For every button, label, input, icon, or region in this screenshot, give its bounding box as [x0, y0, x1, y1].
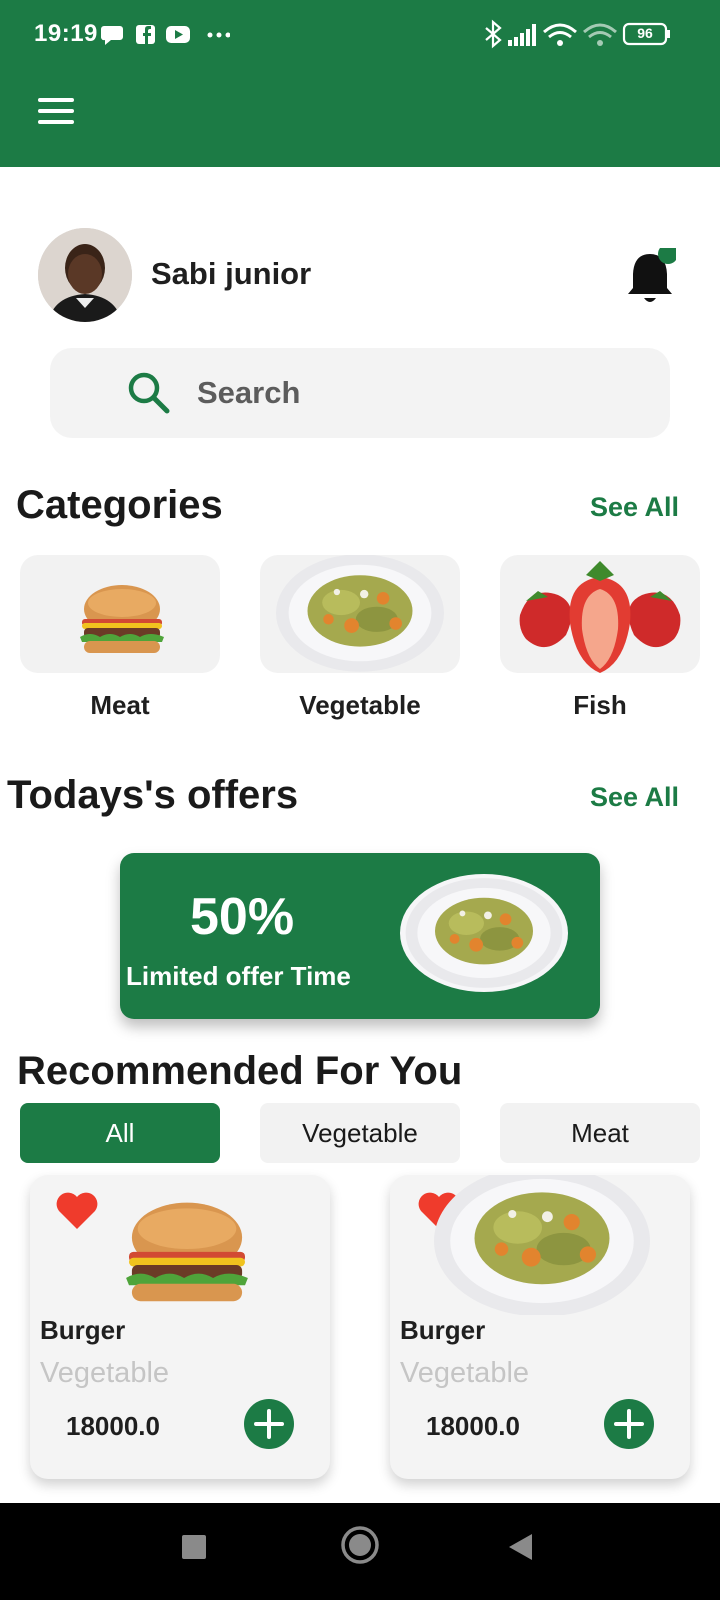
wifi-icon: [543, 23, 577, 46]
plus-icon: [254, 1409, 284, 1439]
strawberries-image: [519, 561, 681, 673]
hamburger-menu-icon[interactable]: [38, 98, 74, 124]
category-label-vegetable: Vegetable: [299, 690, 421, 720]
home-circle-icon[interactable]: [340, 1525, 380, 1565]
product-card[interactable]: Burger Vegetable 18000.0: [30, 1175, 330, 1479]
status-app-icons: [100, 25, 230, 45]
heart-icon[interactable]: [54, 1189, 100, 1231]
category-card-vegetable[interactable]: [260, 555, 460, 673]
plus-icon: [614, 1409, 644, 1439]
facebook-icon: [136, 25, 155, 44]
search-icon: [128, 372, 170, 414]
system-nav-bar: [0, 1503, 720, 1600]
categories-title: Categories: [16, 483, 223, 527]
recents-square-icon[interactable]: [180, 1533, 208, 1561]
burger-image: [80, 585, 164, 653]
offer-discount: 50%: [190, 888, 295, 946]
profile-name: Sabi junior: [151, 256, 312, 291]
signal-icon: [508, 24, 536, 46]
product-card[interactable]: Burger Vegetable 18000.0: [390, 1175, 690, 1479]
offer-caption: Limited offer Time: [126, 961, 351, 991]
filter-chip-all[interactable]: All: [20, 1103, 220, 1163]
pasta-plate-image: [276, 555, 444, 672]
pasta-plate-image: [400, 874, 568, 992]
filter-chip-meat[interactable]: Meat: [500, 1103, 700, 1163]
youtube-icon: [166, 26, 190, 43]
categories-see-all-link[interactable]: See All: [590, 492, 679, 523]
offer-banner[interactable]: 50% Limited offer Time: [120, 853, 600, 1019]
search-input[interactable]: [195, 372, 599, 414]
offers-see-all-link[interactable]: See All: [590, 782, 679, 813]
battery-level: 96: [637, 25, 653, 41]
offers-title: Todays's offers: [7, 773, 299, 817]
bell-icon: [628, 244, 678, 302]
add-to-cart-button[interactable]: [604, 1399, 654, 1449]
product-category: Vegetable: [400, 1357, 530, 1389]
product-price: 18000.0: [426, 1411, 520, 1441]
status-time: 19:19: [34, 20, 98, 47]
chat-bubble-icon: [100, 26, 123, 45]
category-label-fish: Fish: [573, 690, 627, 720]
product-category: Vegetable: [40, 1357, 170, 1389]
wifi-2-icon: [583, 23, 617, 46]
filter-chip-vegetable[interactable]: Vegetable: [260, 1103, 460, 1163]
category-card-fish[interactable]: [500, 555, 700, 673]
status-bar: 19:19 96: [0, 0, 720, 70]
product-price: 18000.0: [66, 1411, 160, 1441]
app-bar: [0, 70, 720, 167]
add-to-cart-button[interactable]: [244, 1399, 294, 1449]
recommended-title: Recommended For You: [17, 1049, 463, 1093]
product-name: Burger: [40, 1315, 126, 1345]
avatar[interactable]: [38, 228, 132, 322]
category-card-meat[interactable]: [20, 555, 220, 673]
category-label-meat: Meat: [90, 690, 150, 720]
search-bar[interactable]: [50, 348, 670, 438]
burger-image: [126, 1202, 248, 1302]
bluetooth-icon: [485, 19, 502, 49]
pasta-plate-image: [434, 1175, 650, 1315]
back-triangle-icon[interactable]: [506, 1531, 536, 1563]
product-name: Burger: [400, 1315, 486, 1345]
more-dots-icon: [207, 32, 230, 38]
notification-button[interactable]: [624, 244, 678, 306]
